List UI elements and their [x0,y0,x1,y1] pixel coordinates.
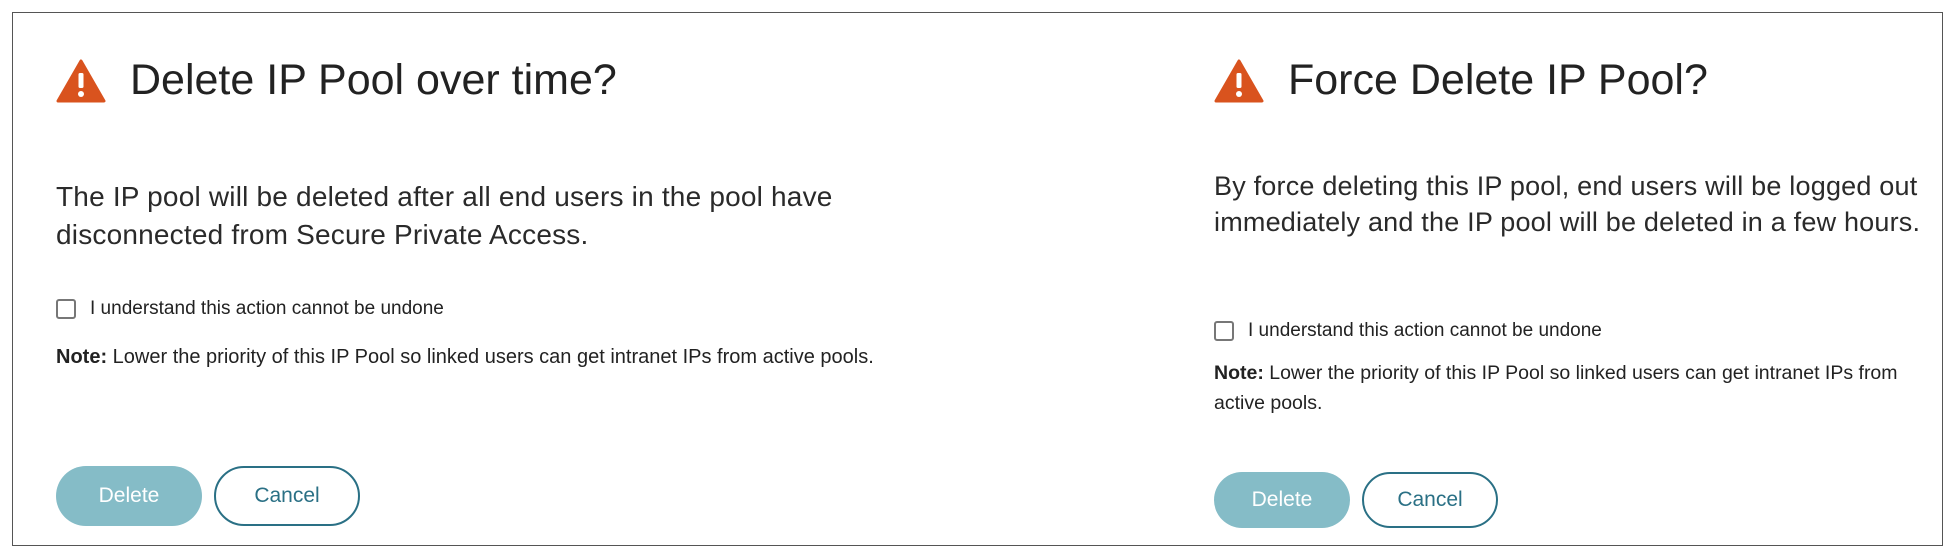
confirm-checkbox-row[interactable]: I understand this action cannot be undon… [56,298,444,320]
note-text: Note: Lower the priority of this IP Pool… [56,342,916,372]
note-body: Lower the priority of this IP Pool so li… [1214,362,1898,414]
note-label: Note: [56,346,108,368]
note-body: Lower the priority of this IP Pool so li… [107,346,874,368]
cancel-button[interactable]: Cancel [1362,472,1498,528]
delete-button[interactable]: Delete [56,466,202,526]
warning-icon [56,58,106,104]
delete-button[interactable]: Delete [1214,472,1350,528]
confirm-checkbox-label[interactable]: I understand this action cannot be undon… [1248,320,1602,342]
dialog-actions: Delete Cancel [1214,472,1498,528]
confirm-checkbox[interactable] [1214,321,1234,341]
confirm-checkbox-label[interactable]: I understand this action cannot be undon… [90,298,444,320]
warning-icon [1214,58,1264,104]
dialog-message: The IP pool will be deleted after all en… [56,181,833,250]
dialog-header: Delete IP Pool over time? [56,56,916,105]
confirm-checkbox[interactable] [56,299,76,319]
dialog-header: Force Delete IP Pool? [1214,56,1944,105]
delete-over-time-dialog: Delete IP Pool over time? The IP pool wi… [56,56,916,526]
dialog-actions: Delete Cancel [56,466,360,526]
dialog-message: By force deleting this IP pool, end user… [1214,171,1921,237]
dialog-title: Force Delete IP Pool? [1288,56,1708,104]
note-text: Note: Lower the priority of this IP Pool… [1214,358,1944,418]
cancel-button[interactable]: Cancel [214,466,360,526]
dialog-title: Delete IP Pool over time? [130,56,617,104]
confirm-checkbox-row[interactable]: I understand this action cannot be undon… [1214,320,1602,342]
note-label: Note: [1214,362,1264,384]
force-delete-dialog: Force Delete IP Pool? By force deleting … [1214,56,1944,528]
